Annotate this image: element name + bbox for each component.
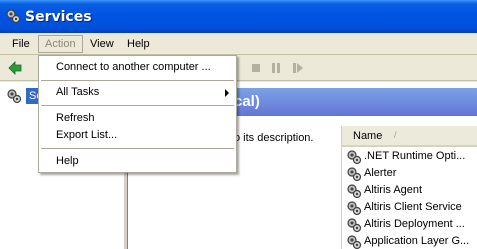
menu-separator bbox=[41, 105, 234, 106]
service-gear-icon bbox=[347, 184, 362, 199]
menu-item-refresh[interactable]: Refresh bbox=[39, 110, 236, 127]
menu-item-all-tasks[interactable]: All Tasks bbox=[39, 84, 236, 101]
menu-action[interactable]: Action bbox=[38, 35, 83, 53]
column-name-label: Name bbox=[353, 130, 383, 142]
menu-bar: File Action View Help bbox=[0, 33, 477, 55]
list-item[interactable]: .NET Runtime Opti... bbox=[346, 149, 477, 166]
restart-service-icon[interactable] bbox=[293, 63, 303, 73]
menu-separator bbox=[41, 148, 234, 149]
service-name: Altiris Deployment ... bbox=[364, 218, 465, 230]
menu-item-all-tasks-label: All Tasks bbox=[56, 86, 100, 98]
description-hint: o its description. bbox=[234, 132, 314, 144]
list-item[interactable]: Altiris Client Service bbox=[346, 200, 477, 217]
title-bar[interactable]: Services bbox=[0, 0, 477, 33]
service-name: .NET Runtime Opti... bbox=[364, 150, 466, 162]
service-gear-icon bbox=[347, 167, 362, 182]
menu-item-export-list[interactable]: Export List... bbox=[39, 127, 236, 144]
menu-file[interactable]: File bbox=[6, 35, 36, 53]
list-header-name[interactable]: Name / bbox=[342, 126, 477, 147]
pause-service-icon[interactable] bbox=[272, 63, 280, 73]
service-name: Application Layer G... bbox=[364, 235, 470, 247]
list-item[interactable]: Application Layer G... bbox=[346, 234, 477, 249]
menu-separator bbox=[41, 80, 234, 81]
service-gear-icon bbox=[347, 218, 362, 233]
back-arrow-icon[interactable] bbox=[7, 60, 23, 76]
pane-header-title: cal) bbox=[234, 93, 260, 110]
action-menu-dropdown: Connect to another computer ... All Task… bbox=[38, 55, 237, 173]
service-name: Alerter bbox=[364, 167, 397, 179]
service-name: Altiris Client Service bbox=[364, 201, 462, 213]
stop-service-icon[interactable] bbox=[252, 64, 260, 72]
list-item[interactable]: Altiris Deployment ... bbox=[346, 217, 477, 234]
sort-arrow-icon: / bbox=[394, 130, 397, 140]
menu-item-connect[interactable]: Connect to another computer ... bbox=[39, 59, 236, 76]
menu-view[interactable]: View bbox=[84, 35, 120, 53]
list-item[interactable]: Alerter bbox=[346, 166, 477, 183]
services-list: Name / .NET Runtime Opti... Alerter Alti… bbox=[341, 126, 477, 249]
services-gear-icon bbox=[6, 9, 21, 24]
menu-help[interactable]: Help bbox=[121, 35, 156, 53]
window-title: Services bbox=[25, 9, 92, 25]
service-name: Altiris Agent bbox=[364, 184, 423, 196]
submenu-arrow-icon bbox=[225, 89, 229, 97]
service-gear-icon bbox=[347, 150, 362, 165]
services-gear-icon bbox=[7, 89, 22, 104]
list-item[interactable]: Altiris Agent bbox=[346, 183, 477, 200]
service-gear-icon bbox=[347, 235, 362, 249]
menu-item-help[interactable]: Help bbox=[39, 153, 236, 170]
service-gear-icon bbox=[347, 201, 362, 216]
